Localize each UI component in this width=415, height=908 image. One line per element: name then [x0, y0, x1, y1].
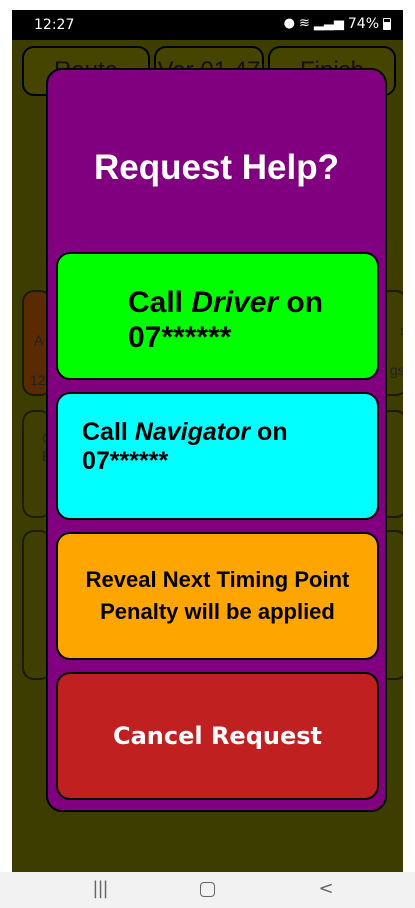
call-driver-number: 07******	[128, 320, 232, 354]
reveal-line1: Reveal Next Timing Point	[85, 567, 350, 593]
call-navigator-suffix: on	[250, 418, 288, 446]
dialog-title: Request Help?	[93, 148, 340, 187]
back-icon[interactable]: <	[306, 878, 346, 899]
reveal-penalty-warning: Penalty will be applied	[100, 599, 335, 624]
status-time: 12:27	[34, 17, 75, 33]
status-icons: ● ≋ ▂▃▅ 74%	[284, 16, 391, 32]
call-navigator-button[interactable]: Call Navigator on 07******	[56, 392, 379, 520]
bg-tile-left-line1: A	[34, 332, 44, 348]
call-navigator-label: Call Navigator on 07******	[82, 418, 362, 476]
status-bar: 12:27 ● ≋ ▂▃▅ 74%	[12, 10, 403, 40]
cancel-request-button[interactable]: Cancel Request	[56, 672, 379, 800]
bg-tile-right-line1: s	[400, 322, 403, 338]
signal-icon: ▂▃▅	[313, 16, 344, 31]
call-driver-label: Call Driver on 07******	[128, 286, 368, 355]
recent-apps-icon[interactable]: |||	[80, 878, 120, 899]
battery-percent: 74%	[347, 16, 379, 32]
home-icon[interactable]	[187, 878, 227, 902]
call-driver-suffix: on	[278, 286, 324, 319]
reveal-label: Reveal Next Timing Point Penalty will be…	[58, 534, 377, 658]
reveal-timing-point-button[interactable]: Reveal Next Timing Point Penalty will be…	[56, 532, 379, 660]
call-navigator-prefix: Call	[82, 418, 135, 446]
cancel-request-label: Cancel Request	[112, 722, 323, 750]
request-help-dialog: Request Help? Call Driver on 07****** Ca…	[46, 68, 387, 812]
bg-tile-right-line2: gs	[390, 362, 403, 378]
bg-tile-left-line2: 12	[30, 372, 46, 388]
wifi-icon: ≋	[298, 16, 310, 31]
call-navigator-number: 07******	[82, 446, 169, 475]
call-navigator-role: Navigator	[134, 418, 251, 446]
call-driver-role: Driver	[191, 286, 279, 319]
cancel-label-wrap: Cancel Request	[58, 674, 377, 798]
call-driver-button[interactable]: Call Driver on 07******	[56, 252, 379, 380]
call-driver-prefix: Call	[128, 286, 192, 319]
location-icon: ●	[283, 16, 295, 31]
battery-icon	[383, 18, 391, 30]
system-nav-bar: ||| <	[0, 872, 415, 908]
